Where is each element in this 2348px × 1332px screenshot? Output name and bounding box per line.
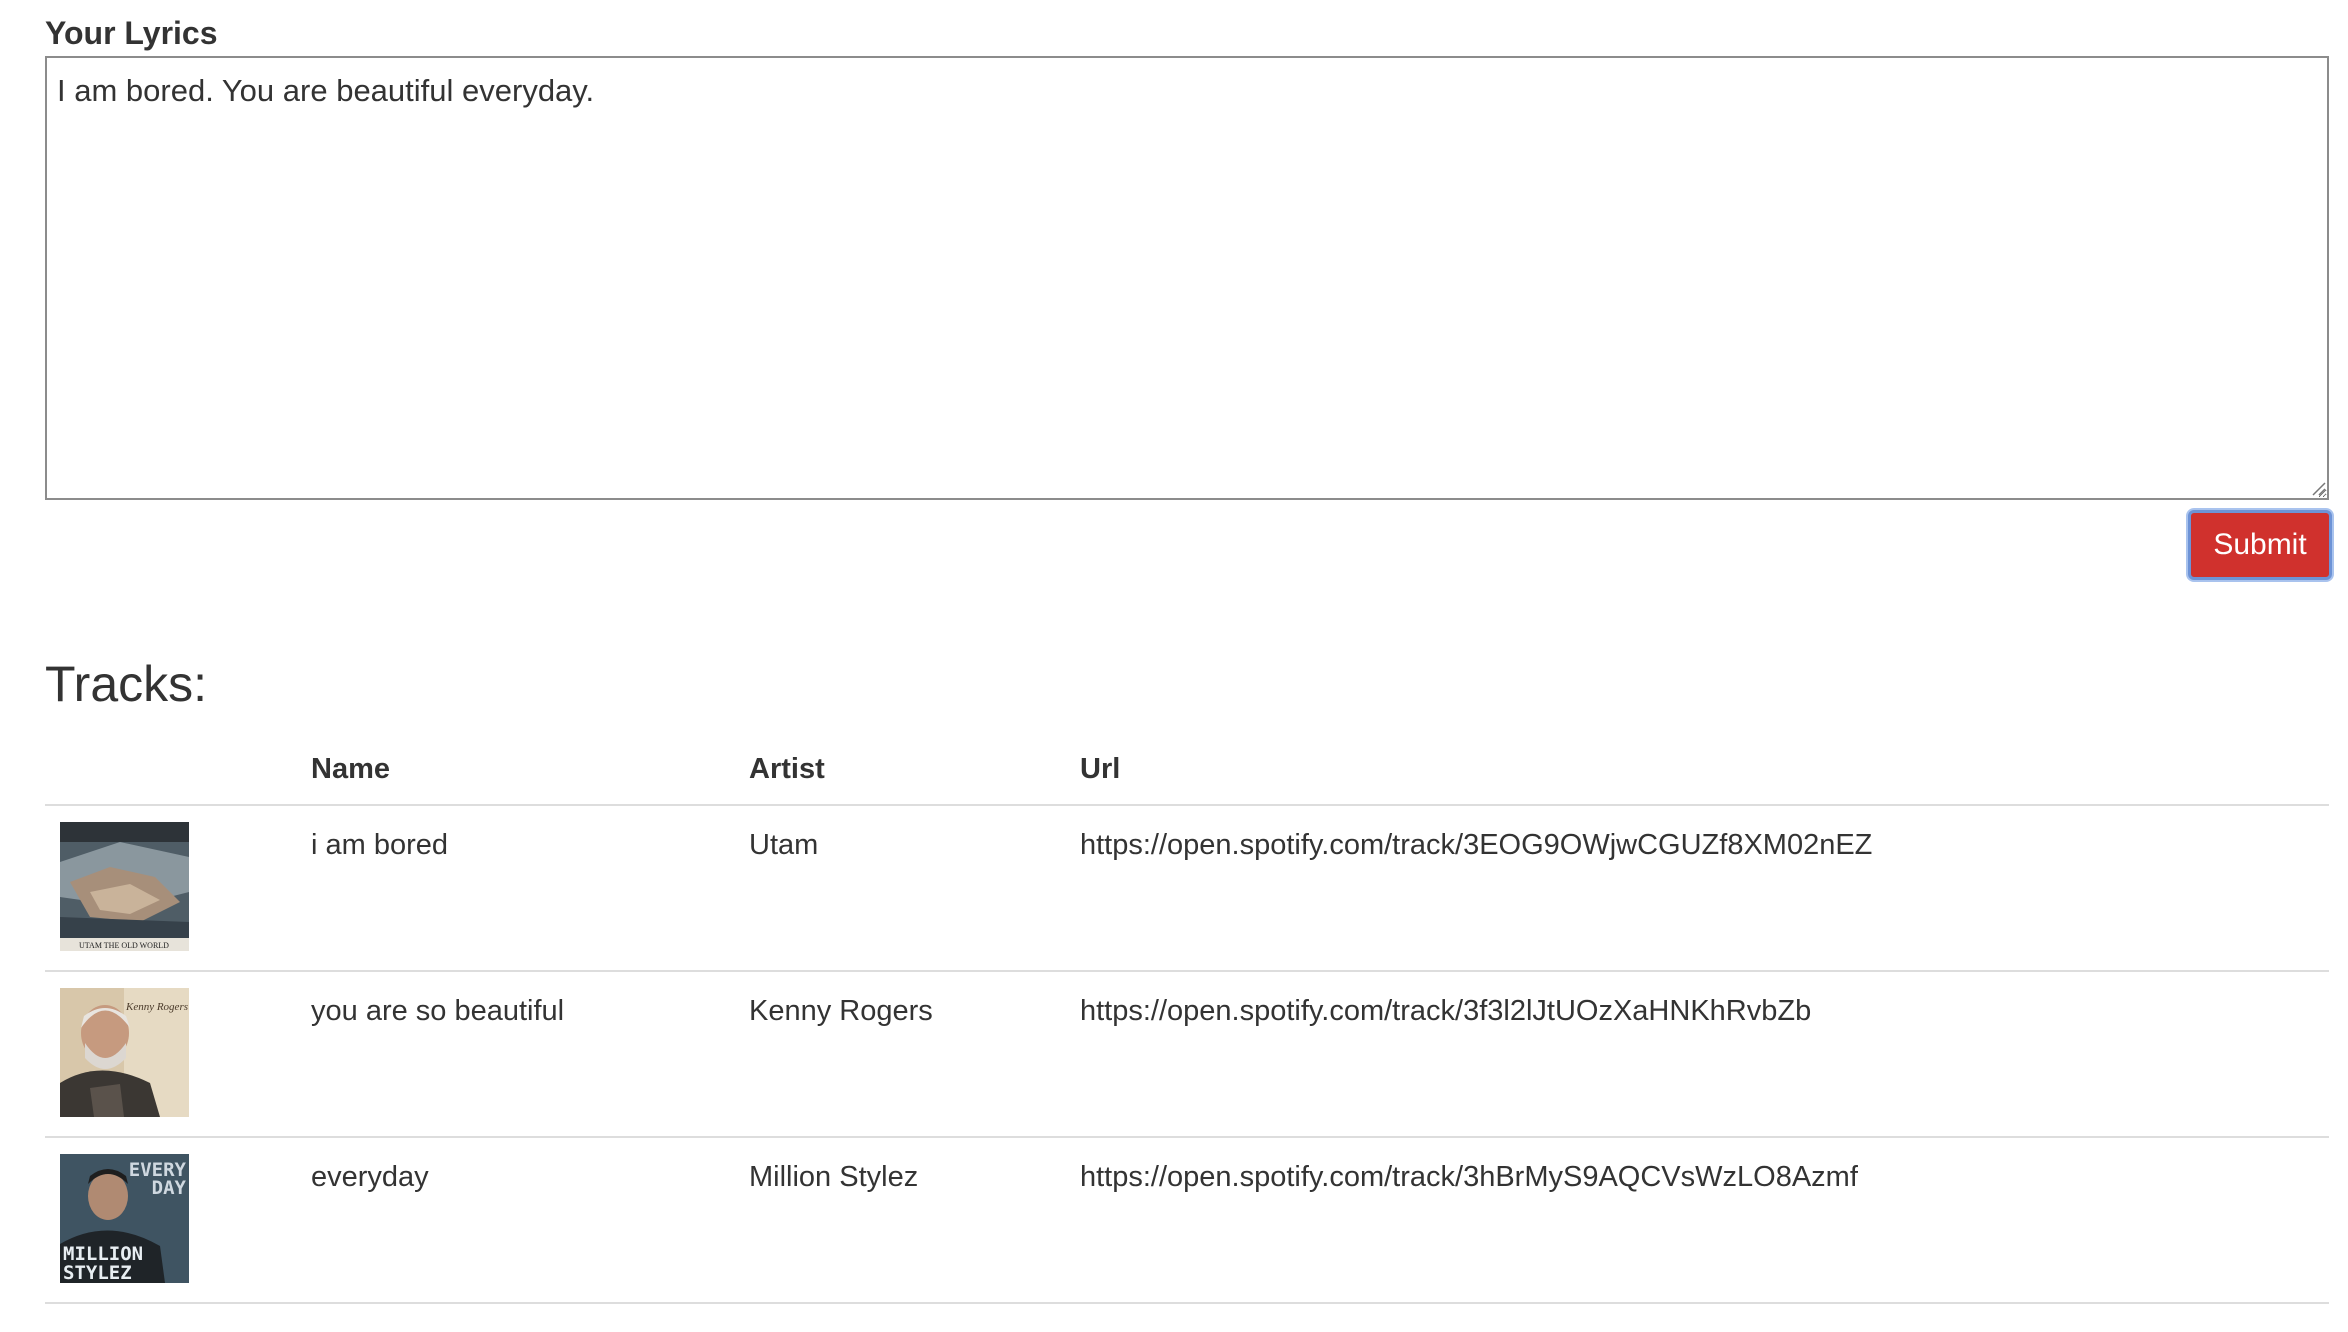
track-name: i am bored — [311, 829, 449, 861]
tracks-table: Name Artist Url UTAM THE OLD WORLD i am … — [45, 738, 2329, 1304]
svg-text:STYLEZ: STYLEZ — [63, 1262, 132, 1283]
column-header-url: Url — [1080, 753, 1121, 785]
submit-button[interactable]: Submit — [2188, 510, 2332, 580]
table-header-row: Name Artist Url — [45, 738, 2329, 806]
lyrics-textarea[interactable]: I am bored. You are beautiful everyday. — [45, 56, 2329, 500]
lyrics-label: Your Lyrics — [45, 15, 218, 51]
track-artist: Kenny Rogers — [749, 995, 933, 1027]
album-cover-image: UTAM THE OLD WORLD — [60, 822, 189, 951]
table-row: UTAM THE OLD WORLD i am bored Utam https… — [45, 806, 2329, 972]
table-row: EVERY DAY MILLION STYLEZ everyday Millio… — [45, 1138, 2329, 1304]
track-url-link[interactable]: https://open.spotify.com/track/3hBrMyS9A… — [1080, 1160, 1858, 1194]
track-artist: Million Stylez — [749, 1161, 919, 1193]
svg-text:DAY: DAY — [152, 1177, 187, 1199]
track-url-link[interactable]: https://open.spotify.com/track/3EOG9OWjw… — [1080, 828, 1872, 862]
cover-caption: Kenny Rogers — [125, 1001, 188, 1013]
track-url-link[interactable]: https://open.spotify.com/track/3f3l2lJtU… — [1080, 994, 1811, 1028]
resize-grip-icon[interactable] — [2310, 480, 2326, 496]
page: Your Lyrics I am bored. You are beautifu… — [0, 0, 2348, 1332]
tracks-heading: Tracks: — [45, 656, 208, 712]
table-row: Kenny Rogers you are so beautiful Kenny … — [45, 972, 2329, 1138]
column-header-artist: Artist — [749, 753, 825, 785]
album-cover-image: EVERY DAY MILLION STYLEZ — [60, 1154, 189, 1283]
cover-caption: UTAM THE OLD WORLD — [79, 941, 169, 950]
track-artist: Utam — [749, 829, 819, 861]
album-cover-image: Kenny Rogers — [60, 988, 189, 1117]
column-header-name: Name — [311, 753, 390, 785]
track-name: everyday — [311, 1161, 429, 1193]
track-name: you are so beautiful — [311, 995, 565, 1027]
